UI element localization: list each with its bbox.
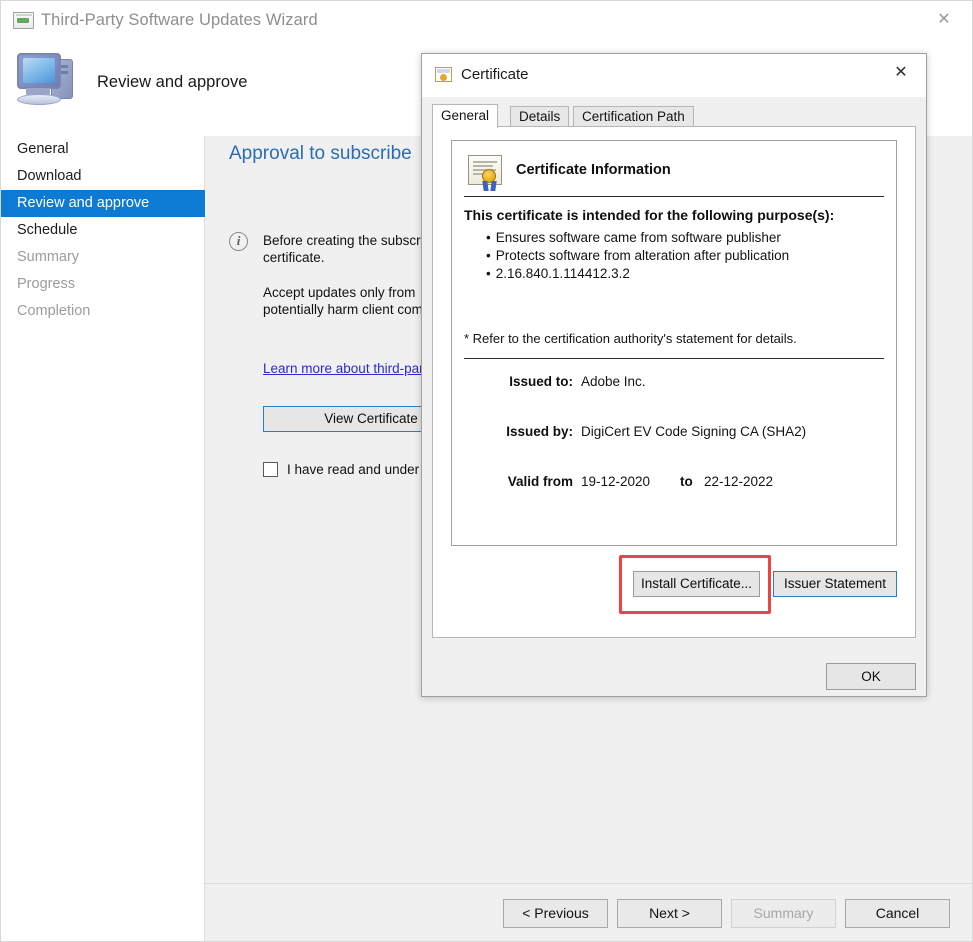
sidebar-item-completion[interactable]: Completion — [1, 298, 204, 325]
consent-row: I have read and under — [263, 462, 419, 477]
valid-to-keyword: to — [680, 474, 693, 489]
certificate-seal-icon — [468, 155, 502, 191]
consent-checkbox-label: I have read and under — [287, 462, 420, 477]
list-item: 2.16.840.1.114412.3.2 — [486, 265, 789, 283]
wizard-footer: < Previous Next > Summary Cancel — [205, 883, 972, 941]
window-title: Third-Party Software Updates Wizard — [41, 11, 318, 29]
valid-from-label: Valid from — [507, 474, 573, 489]
issued-by-value: DigiCert EV Code Signing CA (SHA2) — [581, 424, 807, 439]
issued-by-label: Issued by: — [506, 424, 573, 439]
wizard-window-icon — [13, 12, 34, 29]
certificate-dialog-close-icon[interactable]: ✕ — [879, 57, 923, 89]
wizard-sidebar: General Download Review and approve Sche… — [1, 136, 205, 941]
sidebar-item-schedule[interactable]: Schedule — [1, 217, 204, 244]
certificate-dialog-title: Certificate — [461, 66, 529, 83]
certificate-info-panel: Certificate Information This certificate… — [451, 140, 897, 546]
close-icon[interactable]: ✕ — [922, 5, 966, 35]
wizard-step-title: Review and approve — [97, 73, 248, 91]
certificate-icon — [435, 67, 452, 82]
list-item: Protects software from alteration after … — [486, 247, 789, 265]
computer-icon — [15, 49, 81, 107]
valid-from-value: 19-12-2020 — [581, 474, 651, 489]
certificate-information-heading: Certificate Information — [516, 162, 671, 178]
divider-bottom — [464, 358, 884, 359]
wizard-window: Third-Party Software Updates Wizard ✕ Re… — [0, 0, 973, 942]
tab-details[interactable]: Details — [510, 106, 570, 126]
certificate-tab-panel: Certificate Information This certificate… — [432, 126, 916, 638]
info-icon: i — [229, 232, 248, 251]
certificate-tabs: General Details Certification Path — [432, 104, 916, 128]
previous-button[interactable]: < Previous — [503, 899, 608, 928]
cancel-button[interactable]: Cancel — [845, 899, 950, 928]
issuer-statement-button[interactable]: Issuer Statement — [773, 571, 897, 597]
sidebar-item-summary[interactable]: Summary — [1, 244, 204, 271]
issued-to-value: Adobe Inc. — [581, 374, 646, 389]
certificate-dialog-titlebar: Certificate ✕ — [422, 54, 926, 97]
install-certificate-button[interactable]: Install Certificate... — [633, 571, 760, 597]
purpose-list: Ensures software came from software publ… — [486, 229, 789, 283]
next-button[interactable]: Next > — [617, 899, 722, 928]
issued-to-label: Issued to: — [509, 374, 573, 389]
sidebar-item-download[interactable]: Download — [1, 163, 204, 190]
sidebar-item-review-and-approve[interactable]: Review and approve — [1, 190, 205, 217]
purpose-heading: This certificate is intended for the fol… — [464, 207, 835, 223]
valid-to-value: 22-12-2022 — [704, 474, 774, 489]
sidebar-item-progress[interactable]: Progress — [1, 271, 204, 298]
certificate-dialog: Certificate ✕ General Details Certificat… — [421, 53, 927, 697]
certification-authority-note: * Refer to the certification authority's… — [464, 331, 797, 346]
summary-button: Summary — [731, 899, 836, 928]
tab-general[interactable]: General — [432, 104, 499, 128]
window-titlebar: Third-Party Software Updates Wizard ✕ — [1, 1, 972, 41]
sidebar-item-general[interactable]: General — [1, 136, 204, 163]
list-item: Ensures software came from software publ… — [486, 229, 789, 247]
consent-checkbox[interactable] — [263, 462, 278, 477]
ok-button[interactable]: OK — [826, 663, 916, 690]
tab-certification-path[interactable]: Certification Path — [573, 106, 694, 126]
learn-more-link[interactable]: Learn more about third-par — [263, 361, 424, 376]
page-title: Approval to subscribe — [229, 143, 412, 164]
divider-top — [464, 196, 884, 197]
